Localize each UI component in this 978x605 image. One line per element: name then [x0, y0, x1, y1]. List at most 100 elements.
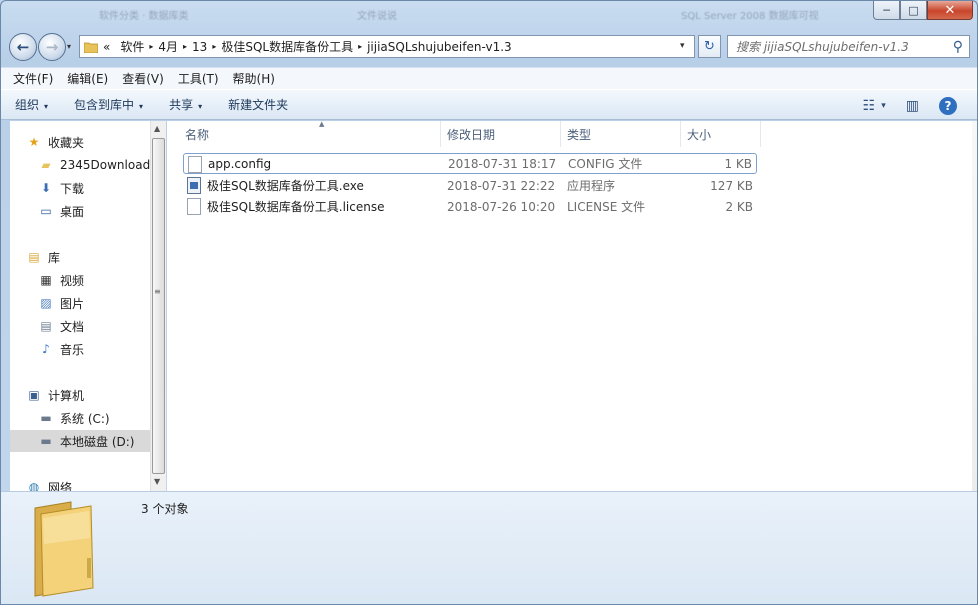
file-row[interactable]: app.config 2018-07-31 18:17 CONFIG 文件 1 … [183, 153, 757, 174]
address-bar[interactable]: « 软件 ▸ 4月 ▸ 13 ▸ 极佳SQL数据库备份工具 ▸ jijiaSQL… [79, 35, 695, 58]
sidebar-item-favorites[interactable]: ★ 收藏夹 [26, 131, 84, 153]
sidebar-item-label: 视频 [60, 273, 85, 288]
back-button[interactable]: ← [9, 33, 37, 61]
forward-button[interactable]: → [38, 33, 66, 61]
download-folder-icon: ⬇ [40, 181, 52, 195]
sidebar-item-label: 网络 [48, 480, 73, 492]
file-type: 应用程序 [567, 179, 616, 193]
breadcrumb-separator[interactable]: ▸ [183, 42, 187, 51]
sidebar-item-music[interactable]: ♪ 音乐 [38, 338, 84, 360]
scroll-down-icon[interactable]: ▼ [154, 477, 160, 486]
search-input[interactable]: 搜索 jijiaSQLshujubeifen-v1.3 ⚲ [727, 35, 970, 58]
sidebar-item-label: 图片 [60, 296, 85, 311]
column-header-type[interactable]: 类型 [561, 121, 681, 147]
chevron-down-icon: ▾ [44, 102, 49, 111]
breadcrumb-overflow[interactable]: « [103, 40, 110, 54]
sidebar-item-label: 下载 [60, 181, 85, 196]
sidebar-item-label: 系统 (C:) [60, 411, 110, 426]
sidebar-item-local-disk-d[interactable]: ▬ 本地磁盘 (D:) [10, 430, 150, 452]
computer-icon: ▣ [28, 388, 40, 402]
chevron-down-icon[interactable]: ▾ [881, 101, 886, 111]
help-icon[interactable]: ? [939, 96, 957, 115]
scrollbar-grip-icon: ≡ [154, 287, 161, 296]
menu-view[interactable]: 查看(V) [122, 70, 164, 87]
folder-icon [34, 501, 94, 597]
window-controls: ─ □ ✕ [873, 1, 973, 20]
breadcrumb-item-current[interactable]: jijiaSQLshujubeifen-v1.3 [367, 40, 512, 54]
sidebar-item-system-drive[interactable]: ▬ 系统 (C:) [38, 407, 110, 429]
view-options-icon[interactable]: ☷ [863, 98, 876, 114]
menu-help[interactable]: 帮助(H) [233, 70, 275, 87]
sidebar-item-label: 音乐 [60, 342, 85, 357]
column-header-modified[interactable]: 修改日期 [441, 121, 561, 147]
navigation-bar: ← → ▾ « 软件 ▸ 4月 ▸ 13 ▸ 极佳SQL数据库备份工具 ▸ ji… [1, 31, 977, 63]
breadcrumb-item[interactable]: 极佳SQL数据库备份工具 [221, 38, 353, 55]
sidebar-item-desktop[interactable]: ▭ 桌面 [38, 200, 84, 222]
sidebar-item-label: 文档 [60, 319, 85, 334]
navigation-pane-scrollbar[interactable]: ▲ ≡ ▼ [150, 121, 166, 491]
share-button[interactable]: 共享 ▾ [169, 96, 202, 113]
sidebar-item-label: 收藏夹 [48, 135, 85, 150]
command-bar: 组织 ▾ 包含到库中 ▾ 共享 ▾ 新建文件夹 ☷ ▾ ▥ ? [1, 89, 977, 120]
background-window-edge [972, 121, 977, 491]
breadcrumb-separator[interactable]: ▸ [212, 42, 216, 51]
refresh-button[interactable]: ↻ [698, 35, 721, 58]
close-button[interactable]: ✕ [927, 1, 973, 20]
sidebar-item-network[interactable]: ◍ 网络 [26, 476, 72, 491]
sidebar-item-videos[interactable]: ▦ 视频 [38, 269, 84, 291]
maximize-button[interactable]: □ [900, 1, 927, 20]
sidebar-item-computer[interactable]: ▣ 计算机 [26, 384, 84, 406]
scrollbar-thumb[interactable] [152, 138, 165, 474]
file-type: LICENSE 文件 [567, 200, 646, 214]
recent-pages-button[interactable]: ▾ [67, 42, 77, 51]
file-list: 名称 ▲ 修改日期 类型 大小 app.config 2018-07-31 18… [167, 120, 977, 491]
license-file-icon [187, 198, 201, 215]
details-pane: 3 个对象 [1, 491, 977, 604]
title-bar: 软件分类 · 数据库类 文件说说 SQL Server 2008 数据库可视 ─… [1, 1, 977, 29]
chevron-down-icon: ▾ [139, 102, 144, 111]
breadcrumb-item[interactable]: 4月 [158, 38, 178, 55]
item-count: 3 个对象 [141, 502, 189, 516]
breadcrumb-separator[interactable]: ▸ [149, 42, 153, 51]
documents-icon: ▤ [40, 319, 52, 333]
column-header-label: 名称 [185, 127, 210, 142]
address-dropdown-button[interactable]: ▾ [680, 41, 685, 51]
organize-button[interactable]: 组织 ▾ [15, 96, 48, 113]
menu-edit[interactable]: 编辑(E) [67, 70, 108, 87]
minimize-button[interactable]: ─ [873, 1, 900, 20]
config-file-icon [188, 156, 202, 173]
include-in-library-label: 包含到库中 [74, 98, 135, 112]
menu-bar: 文件(F) 编辑(E) 查看(V) 工具(T) 帮助(H) [1, 67, 977, 89]
file-size: 2 KB [725, 199, 753, 214]
sidebar-item-libraries[interactable]: ▤ 库 [26, 246, 60, 268]
background-title-ghost: 软件分类 · 数据库类 [99, 11, 189, 22]
search-icon[interactable]: ⚲ [953, 39, 963, 55]
file-size: 127 KB [710, 178, 753, 193]
scroll-up-icon[interactable]: ▲ [154, 124, 160, 133]
sidebar-item-documents[interactable]: ▤ 文档 [38, 315, 84, 337]
sidebar-item-label: 桌面 [60, 204, 85, 219]
share-label: 共享 [169, 98, 194, 112]
breadcrumb-item[interactable]: 软件 [120, 38, 144, 55]
column-header-size[interactable]: 大小 [681, 121, 761, 147]
include-in-library-button[interactable]: 包含到库中 ▾ [74, 96, 143, 113]
file-row[interactable]: 极佳SQL数据库备份工具.exe 2018-07-31 22:22 应用程序 1… [183, 175, 757, 196]
preview-pane-icon[interactable]: ▥ [906, 98, 919, 114]
file-row[interactable]: 极佳SQL数据库备份工具.license 2018-07-26 10:20 LI… [183, 196, 757, 217]
sidebar-item-2345downloads[interactable]: ▰ 2345Downloads [38, 154, 156, 176]
sidebar-item-downloads[interactable]: ⬇ 下载 [38, 177, 84, 199]
breadcrumb-separator[interactable]: ▸ [358, 42, 362, 51]
menu-tools[interactable]: 工具(T) [178, 70, 219, 87]
view-controls: ☷ ▾ ▥ ? [863, 90, 977, 121]
navigation-pane: ★ 收藏夹 ▰ 2345Downloads ⬇ 下载 ▭ 桌面 ▤ 库 ▦ 视频… [10, 121, 166, 491]
file-name: 极佳SQL数据库备份工具.license [207, 200, 385, 214]
sidebar-item-pictures[interactable]: ▨ 图片 [38, 292, 84, 314]
exe-file-icon [187, 177, 201, 194]
file-name: 极佳SQL数据库备份工具.exe [207, 179, 364, 193]
folder-icon [84, 42, 98, 53]
new-folder-button[interactable]: 新建文件夹 [228, 96, 288, 113]
sidebar-item-label: 本地磁盘 (D:) [60, 434, 135, 449]
breadcrumb-item[interactable]: 13 [192, 40, 207, 54]
column-header-name[interactable]: 名称 ▲ [179, 120, 441, 147]
menu-file[interactable]: 文件(F) [13, 70, 53, 87]
